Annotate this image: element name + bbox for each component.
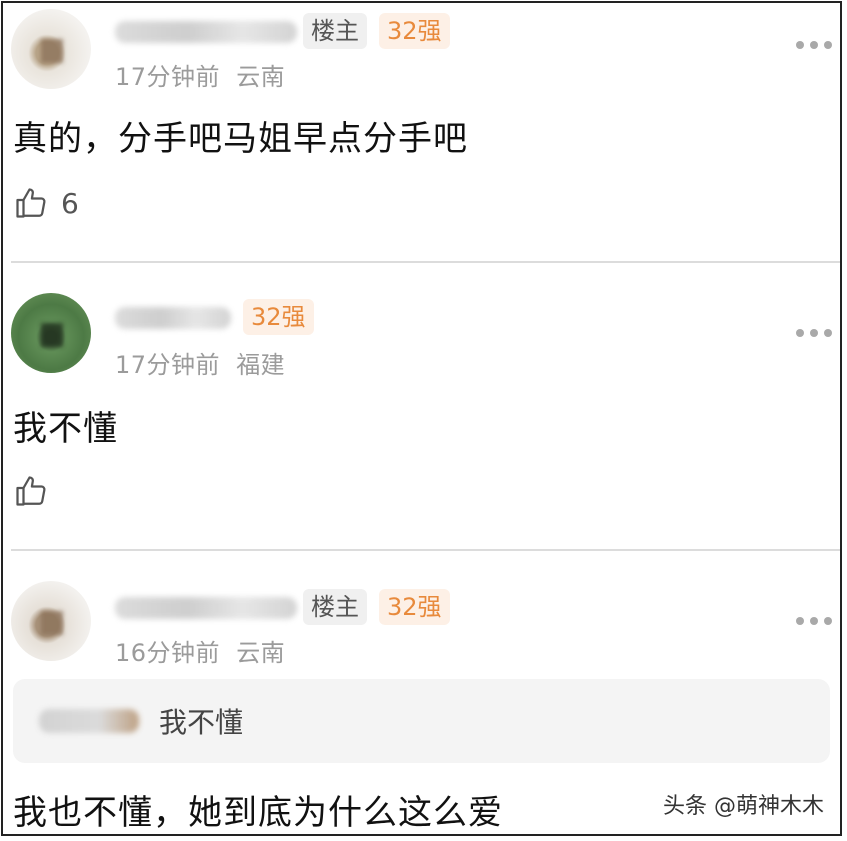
avatar[interactable] (11, 581, 91, 661)
comment-list: 楼主 32强 17分钟前 云南 真的，分手吧马姐早点分手吧 6 32强 17分钟… (1, 1, 842, 836)
username-blurred[interactable] (115, 21, 297, 43)
comment-time: 17分钟前 (115, 351, 221, 379)
watermark: 头条 @萌神木木 (663, 794, 824, 819)
avatar[interactable] (11, 293, 91, 373)
quoted-text: 我不懂 (159, 706, 244, 739)
username-blurred[interactable] (115, 307, 231, 329)
comment-time: 16分钟前 (115, 639, 221, 667)
like-button[interactable]: 6 (13, 185, 79, 221)
comment-location: 云南 (236, 63, 286, 91)
thumbs-up-icon (16, 188, 46, 218)
quoted-reply[interactable]: 我不懂 (13, 679, 830, 763)
divider (11, 549, 840, 551)
owner-badge: 楼主 (303, 13, 367, 49)
thumbs-up-icon (16, 476, 46, 506)
divider (11, 261, 840, 263)
comment-time: 17分钟前 (115, 63, 221, 91)
username-blurred[interactable] (115, 597, 297, 619)
more-dots-icon[interactable] (796, 41, 832, 49)
comment-meta: 17分钟前 福建 (115, 345, 285, 380)
rank-badge: 32强 (243, 299, 314, 335)
avatar[interactable] (11, 9, 91, 89)
comment-meta: 16分钟前 云南 (115, 633, 285, 668)
more-dots-icon[interactable] (796, 617, 832, 625)
owner-badge: 楼主 (303, 589, 367, 625)
comment-text: 我不懂 (13, 409, 118, 449)
comment-location: 福建 (236, 351, 286, 379)
rank-badge: 32强 (379, 13, 450, 49)
comment-location: 云南 (236, 639, 286, 667)
rank-badge: 32强 (379, 589, 450, 625)
comment-text: 真的，分手吧马姐早点分手吧 (13, 119, 468, 159)
more-dots-icon[interactable] (796, 329, 832, 337)
comment-text: 我也不懂，她到底为什么这么爱 (13, 793, 503, 833)
quoted-username-blurred (39, 709, 139, 733)
like-button[interactable] (13, 473, 61, 509)
comment-meta: 17分钟前 云南 (115, 57, 285, 92)
like-count: 6 (61, 186, 79, 220)
